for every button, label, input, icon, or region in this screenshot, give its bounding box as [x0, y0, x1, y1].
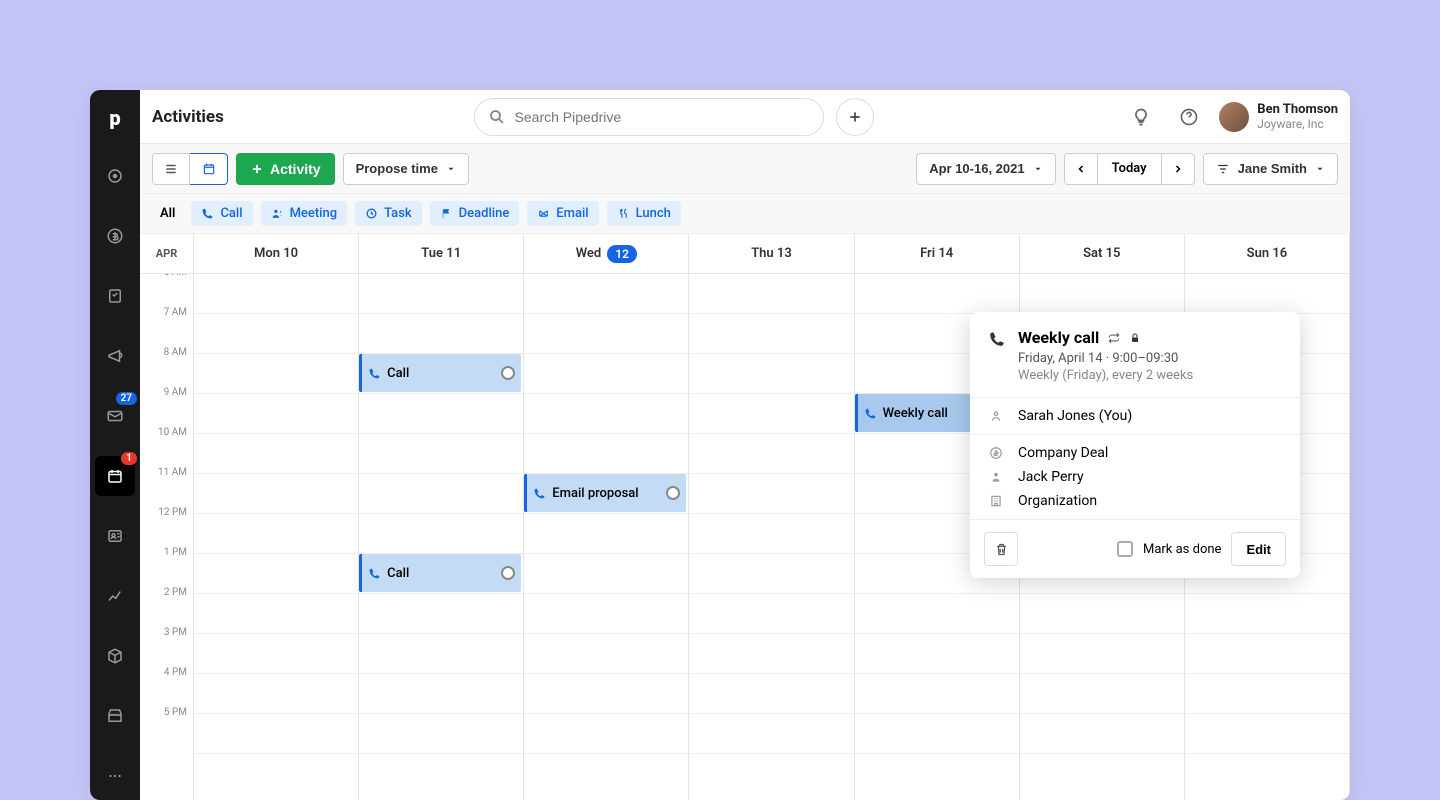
day-header: Tue 11 — [359, 234, 524, 273]
time-label: 2 PM — [164, 587, 187, 598]
prev-week-button[interactable] — [1064, 153, 1098, 185]
next-week-button[interactable] — [1161, 153, 1195, 185]
person-icon — [988, 409, 1004, 423]
help-icon[interactable] — [1171, 99, 1207, 135]
day-header: Mon 10 — [194, 234, 359, 273]
month-label: APR — [140, 234, 194, 273]
left-sidebar: p 27 1 — [90, 90, 140, 800]
view-toggle — [152, 153, 228, 185]
event-popover: Weekly call Friday, April 14 · 9:00–09:3… — [970, 312, 1300, 578]
nav-marketplace[interactable] — [95, 696, 135, 736]
popover-deal[interactable]: Company Deal — [1018, 445, 1108, 461]
filter-meeting[interactable]: Meeting — [261, 201, 348, 226]
calendar-view-button[interactable] — [190, 153, 228, 185]
nav-activities[interactable]: 1 — [95, 456, 135, 496]
org-icon — [988, 494, 1004, 508]
popover-recurrence: Weekly (Friday), every 2 weeks — [1018, 368, 1193, 383]
nav-contacts[interactable] — [95, 516, 135, 556]
time-label: 6 AM — [164, 274, 187, 278]
avatar — [1219, 102, 1249, 132]
logo: p — [109, 106, 120, 130]
filter-task[interactable]: Task — [355, 201, 422, 226]
popover-contact[interactable]: Jack Perry — [1018, 469, 1084, 485]
main: Activities Ben Thomson Joyware, Inc — [140, 90, 1350, 800]
propose-time-button[interactable]: Propose time — [343, 153, 469, 185]
time-label: 11 AM — [158, 467, 187, 478]
add-activity-button[interactable]: Activity — [236, 153, 335, 185]
filter-lunch[interactable]: Lunch — [607, 201, 681, 226]
time-label: 10 AM — [158, 427, 187, 438]
activity-badge: 1 — [121, 452, 137, 465]
popover-org[interactable]: Organization — [1018, 493, 1097, 509]
delete-button[interactable] — [984, 532, 1018, 566]
user-menu[interactable]: Ben Thomson Joyware, Inc — [1219, 102, 1338, 132]
day-column — [194, 274, 359, 800]
contact-icon — [988, 470, 1004, 484]
user-name: Ben Thomson — [1257, 102, 1338, 117]
filter-email[interactable]: Email — [527, 201, 598, 226]
date-nav: Today — [1064, 153, 1195, 185]
time-label: 3 PM — [164, 627, 187, 638]
day-column: Email proposal — [524, 274, 689, 800]
nav-leads[interactable] — [95, 156, 135, 196]
event-email-proposal[interactable]: Email proposal — [524, 474, 686, 512]
day-header: Sun 16 — [1185, 234, 1350, 273]
day-header: Thu 13 — [689, 234, 854, 273]
toolbar: Activity Propose time Apr 10-16, 2021 To… — [140, 144, 1350, 194]
time-label: 1 PM — [164, 547, 187, 558]
time-label: 9 AM — [164, 387, 187, 398]
day-column: Call Call — [359, 274, 524, 800]
popover-owner: Sarah Jones (You) — [1018, 408, 1132, 424]
nav-products[interactable] — [95, 636, 135, 676]
date-range-button[interactable]: Apr 10-16, 2021 — [916, 153, 1055, 185]
nav-mail[interactable]: 27 — [95, 396, 135, 436]
call-icon — [988, 330, 1006, 383]
time-label: 8 AM — [164, 347, 187, 358]
nav-more[interactable] — [95, 756, 135, 796]
list-view-button[interactable] — [152, 153, 190, 185]
popover-time: Friday, April 14 · 9:00–09:30 — [1018, 351, 1193, 366]
time-label: 7 AM — [164, 307, 187, 318]
nav-insights[interactable] — [95, 576, 135, 616]
topbar: Activities Ben Thomson Joyware, Inc — [140, 90, 1350, 144]
deal-icon — [988, 446, 1004, 460]
filter-deadline[interactable]: Deadline — [430, 201, 520, 226]
time-label: 4 PM — [164, 667, 187, 678]
owner-filter-button[interactable]: Jane Smith — [1203, 153, 1338, 185]
filter-call[interactable]: Call — [191, 201, 252, 226]
edit-button[interactable]: Edit — [1231, 532, 1286, 566]
filter-all[interactable]: All — [152, 202, 183, 225]
event-call[interactable]: Call — [359, 354, 521, 392]
search — [474, 98, 824, 136]
day-header: Wed12 — [524, 234, 689, 273]
add-button[interactable] — [836, 98, 874, 136]
user-org: Joyware, Inc — [1257, 117, 1338, 131]
recurrence-icon — [1107, 331, 1121, 345]
time-column: 6 AM 7 AM 8 AM 9 AM 10 AM 11 AM 12 PM 1 PM 2 PM 3… — [140, 274, 194, 800]
day-column — [689, 274, 854, 800]
nav-campaigns[interactable] — [95, 336, 135, 376]
filter-bar: All Call Meeting Task Deadline Email Lun… — [140, 194, 1350, 234]
lightbulb-icon[interactable] — [1123, 99, 1159, 135]
day-header-row: APR Mon 10Tue 11Wed12Thu 13Fri 14Sat 15S… — [140, 234, 1350, 274]
mark-done-label: Mark as done — [1143, 542, 1221, 557]
nav-projects[interactable] — [95, 276, 135, 316]
event-call[interactable]: Call — [359, 554, 521, 592]
day-header: Fri 14 — [855, 234, 1020, 273]
page-title: Activities — [152, 107, 224, 127]
nav-deals[interactable] — [95, 216, 135, 256]
mark-done-checkbox[interactable] — [1117, 541, 1133, 557]
lock-icon — [1129, 332, 1141, 344]
mail-badge: 27 — [116, 392, 137, 405]
calendar-body: 6 AM 7 AM 8 AM 9 AM 10 AM 11 AM 12 PM 1 PM 2 PM 3… — [140, 274, 1350, 800]
time-label: 5 PM — [164, 707, 187, 718]
time-label: 12 PM — [158, 507, 187, 518]
search-input[interactable] — [474, 98, 824, 136]
day-header: Sat 15 — [1020, 234, 1185, 273]
today-button[interactable]: Today — [1098, 153, 1161, 185]
popover-title: Weekly call — [1018, 328, 1099, 347]
search-icon — [488, 108, 506, 126]
app-window: p 27 1 Activities — [90, 90, 1350, 800]
